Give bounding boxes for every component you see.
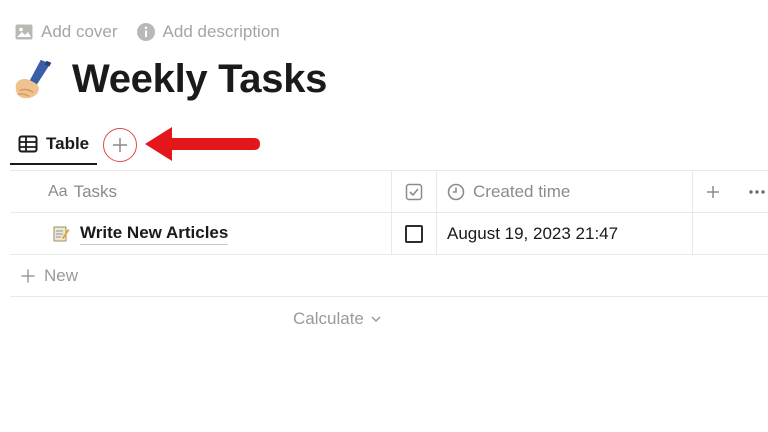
task-checkbox-cell: [392, 213, 437, 254]
database-table: Aa Tasks Created time Write New Articles…: [10, 170, 768, 341]
empty-cell: [693, 213, 768, 254]
column-header-label: Tasks: [73, 181, 118, 201]
plus-icon: [113, 138, 128, 152]
column-header-actions: [693, 171, 768, 212]
add-cover-button[interactable]: Add cover: [14, 22, 118, 42]
new-row-label: New: [44, 265, 79, 285]
tab-table[interactable]: Table: [10, 125, 98, 165]
add-view-button[interactable]: [103, 128, 138, 162]
page-title[interactable]: Weekly Tasks: [72, 57, 327, 102]
add-description-button[interactable]: Add description: [136, 22, 280, 42]
task-name-cell[interactable]: Write New Articles: [10, 213, 392, 254]
annotation-arrow: [145, 127, 260, 161]
page-header: Weekly Tasks: [12, 56, 327, 102]
created-time-cell: August 19, 2023 21:47: [437, 213, 693, 254]
add-property-icon[interactable]: [705, 184, 721, 200]
task-name[interactable]: Write New Articles: [52, 223, 229, 245]
column-header-checkbox[interactable]: [392, 171, 437, 212]
memo-icon: [53, 226, 70, 241]
task-name-text: Write New Articles: [80, 223, 229, 245]
add-cover-label: Add cover: [41, 22, 118, 41]
table-row[interactable]: Write New Articles August 19, 2023 21:47: [10, 213, 768, 255]
view-tabs: Table: [10, 125, 138, 165]
column-header-tasks[interactable]: Aa Tasks: [10, 171, 392, 212]
notion-page: Add cover Add description Weekly Tasks T…: [0, 0, 768, 432]
plus-icon: [21, 269, 35, 282]
table-icon: [18, 135, 38, 153]
tab-table-label: Table: [46, 134, 90, 153]
page-meta-actions: Add cover Add description: [14, 22, 280, 42]
more-options-icon[interactable]: [747, 184, 767, 200]
image-icon: [15, 24, 33, 40]
calculate-label: Calculate: [293, 309, 364, 328]
task-checkbox[interactable]: [405, 224, 423, 243]
column-header-created-time[interactable]: Created time: [437, 171, 693, 212]
chevron-down-icon: [371, 316, 381, 323]
created-time-value: August 19, 2023 21:47: [447, 223, 619, 243]
table-header-row: Aa Tasks Created time: [10, 171, 768, 213]
info-icon: [136, 23, 155, 41]
column-header-label: Created time: [473, 181, 571, 201]
add-description-label: Add description: [162, 22, 280, 41]
calculate-row: Calculate: [10, 297, 768, 341]
clock-icon: [447, 183, 465, 200]
text-property-icon: Aa: [48, 182, 68, 200]
writing-hand-icon[interactable]: [12, 56, 58, 102]
new-row-button[interactable]: New: [10, 255, 768, 297]
checkbox-property-icon: [405, 183, 423, 200]
calculate-button[interactable]: Calculate: [293, 309, 382, 329]
